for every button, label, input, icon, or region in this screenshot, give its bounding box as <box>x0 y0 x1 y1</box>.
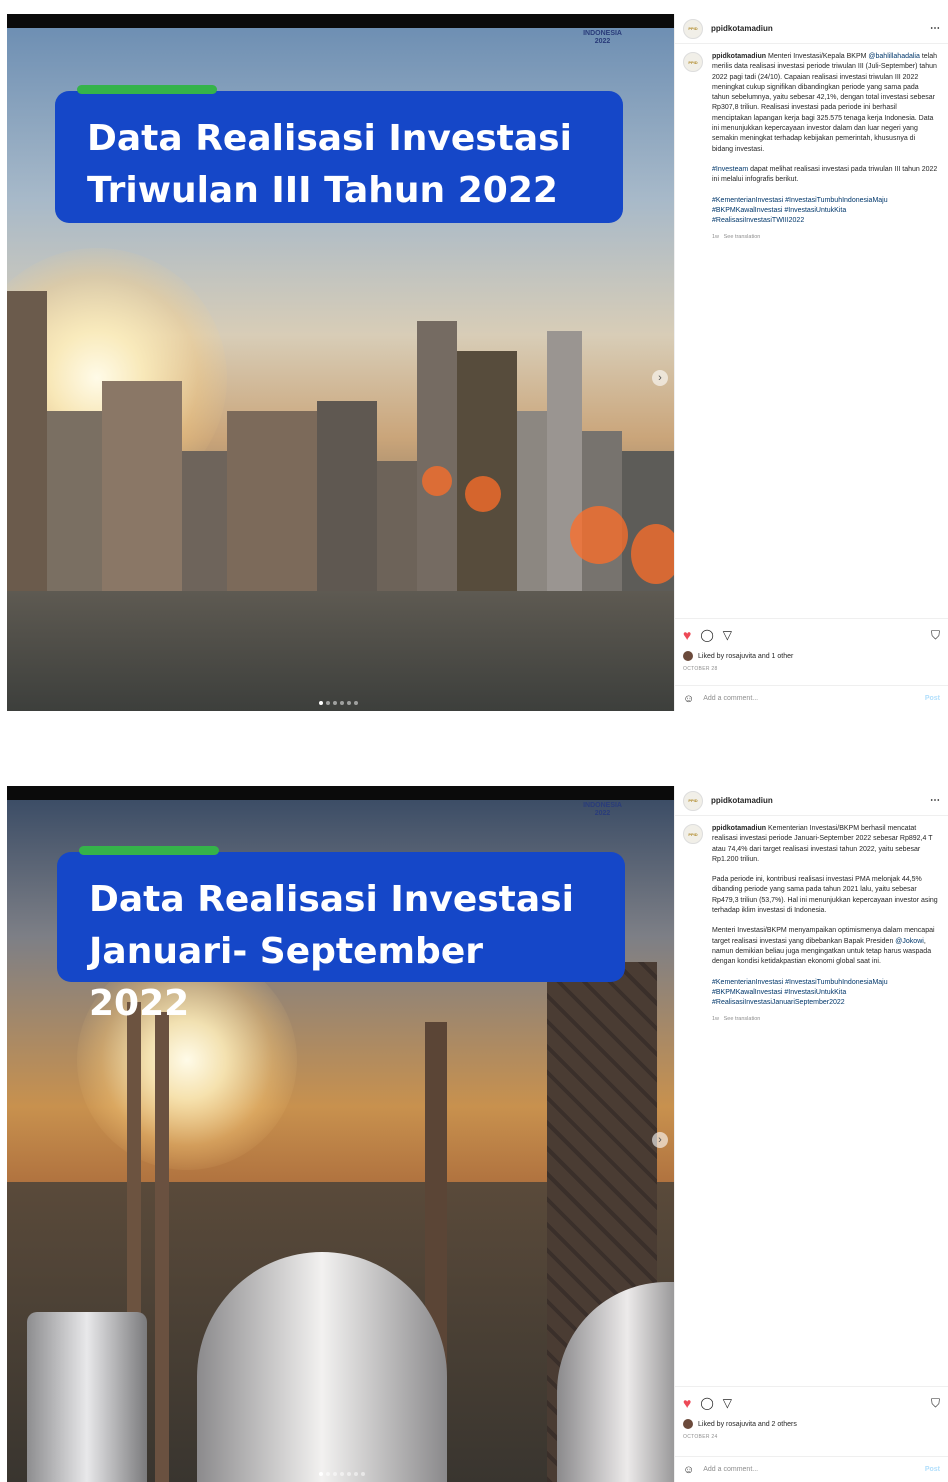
liker-avatar <box>683 1419 693 1429</box>
comment-box: ☺ Add a comment... Post <box>675 1456 948 1482</box>
post-header: PPID ppidkotamadiun ⋯ <box>675 14 948 44</box>
instagram-post-2: INDONESIA 2022 Data Realisasi Investasi J… <box>0 780 948 1482</box>
brand-logo-text: INDONESIA 2022 <box>583 30 622 45</box>
post-sidebar: PPID ppidkotamadiun ⋯ PPID ppidkotamadiu… <box>674 14 948 711</box>
hashtags[interactable]: #KementerianInvestasi #InvestasiTumbuhIn… <box>712 978 938 1009</box>
mention-link[interactable]: @Jokowi <box>895 938 924 945</box>
post-comment-button[interactable]: Post <box>925 695 940 702</box>
share-icon[interactable]: ▽ <box>723 628 732 642</box>
caption: PPID ppidkotamadiun Kementerian Investas… <box>675 816 948 1025</box>
caption-meta: 1w See translation <box>712 232 938 242</box>
avatar[interactable]: PPID <box>683 18 703 39</box>
post-date: OCTOBER 24 <box>683 1434 718 1440</box>
banner-title-line2: Januari- September 2022 <box>89 931 483 1024</box>
liked-by-text: Liked by rosajuvita and 2 others <box>698 1420 797 1428</box>
liked-by-text: Liked by rosajuvita and 1 other <box>698 652 794 660</box>
hashtag-link[interactable]: #Investeam <box>712 166 748 173</box>
comment-icon[interactable]: ◯ <box>700 1396 713 1410</box>
comment-icon[interactable]: ◯ <box>700 628 713 642</box>
likes-summary[interactable]: Liked by rosajuvita and 2 others <box>683 1419 940 1429</box>
caption-avatar[interactable]: PPID <box>683 824 703 844</box>
title-banner: Data Realisasi Investasi Januari- Septem… <box>57 846 625 1024</box>
banner-title-line2: Triwulan III Tahun 2022 <box>87 170 558 211</box>
banner-title-line1: Data Realisasi Investasi <box>89 879 574 920</box>
comment-box: ☺ Add a comment... Post <box>675 685 948 711</box>
post-comment-button[interactable]: Post <box>925 1466 940 1473</box>
post-date: OCTOBER 28 <box>683 666 718 672</box>
heart-icon[interactable]: ♥ <box>683 1395 691 1411</box>
username-link[interactable]: ppidkotamadiun <box>711 24 930 33</box>
action-bar: ♥ ◯ ▽ ⛉ Liked by rosajuvita and 1 other … <box>675 618 948 672</box>
caption: PPID ppidkotamadiun Menteri Investasi/Ke… <box>675 44 948 243</box>
mention-link[interactable]: @bahlillahadalia <box>868 53 919 60</box>
caption-text: Menteri Investasi/Kepala BKPM <box>768 53 867 60</box>
carousel-dots <box>319 1472 365 1476</box>
caption-paragraph-2: Pada periode ini, kontribusi realisasi i… <box>712 876 938 915</box>
emoji-icon[interactable]: ☺ <box>683 693 694 705</box>
liker-avatar <box>683 651 693 661</box>
caption-username[interactable]: ppidkotamadiun <box>712 53 766 60</box>
more-icon[interactable]: ⋯ <box>930 23 940 34</box>
next-arrow-icon[interactable]: › <box>652 370 668 386</box>
post-sidebar: PPID ppidkotamadiun ⋯ PPID ppidkotamadiu… <box>674 786 948 1482</box>
caption-meta: 1w See translation <box>712 1014 938 1024</box>
time-ago: 1w <box>712 234 720 241</box>
more-icon[interactable]: ⋯ <box>930 795 940 806</box>
see-translation-link[interactable]: See translation <box>724 1016 761 1022</box>
bookmark-icon[interactable]: ⛉ <box>931 1396 940 1411</box>
heart-icon[interactable]: ♥ <box>683 627 691 643</box>
bookmark-icon[interactable]: ⛉ <box>931 628 940 643</box>
post-header: PPID ppidkotamadiun ⋯ <box>675 786 948 816</box>
comment-input[interactable]: Add a comment... <box>703 695 758 702</box>
comment-input[interactable]: Add a comment... <box>703 1466 758 1473</box>
banner-accent-bar <box>79 846 219 855</box>
caption-username[interactable]: ppidkotamadiun <box>712 825 766 832</box>
post-media[interactable]: INDONESIA 2022 Data Realisasi Investasi T… <box>7 14 674 711</box>
brand-logo-text: INDONESIA 2022 <box>583 802 622 817</box>
avatar[interactable]: PPID <box>683 790 703 811</box>
next-arrow-icon[interactable]: › <box>652 1132 668 1148</box>
title-banner: Data Realisasi Investasi Triwulan III Ta… <box>55 85 623 223</box>
likes-summary[interactable]: Liked by rosajuvita and 1 other <box>683 651 940 661</box>
caption-avatar[interactable]: PPID <box>683 52 703 72</box>
time-ago: 1w <box>712 1016 720 1023</box>
caption-text-cont: telah merilis data realisasi investasi p… <box>712 53 938 153</box>
emoji-icon[interactable]: ☺ <box>683 1464 694 1476</box>
carousel-dots <box>319 701 358 705</box>
post-media[interactable]: INDONESIA 2022 Data Realisasi Investasi J… <box>7 786 674 1482</box>
banner-title-line1: Data Realisasi Investasi <box>87 118 572 159</box>
see-translation-link[interactable]: See translation <box>724 234 761 240</box>
action-bar: ♥ ◯ ▽ ⛉ Liked by rosajuvita and 2 others… <box>675 1386 948 1440</box>
share-icon[interactable]: ▽ <box>723 1396 732 1410</box>
instagram-post-1: INDONESIA 2022 Data Realisasi Investasi T… <box>0 0 948 712</box>
banner-accent-bar <box>77 85 217 94</box>
username-link[interactable]: ppidkotamadiun <box>711 796 930 805</box>
hashtags[interactable]: #KementerianInvestasi #InvestasiTumbuhIn… <box>712 196 938 227</box>
